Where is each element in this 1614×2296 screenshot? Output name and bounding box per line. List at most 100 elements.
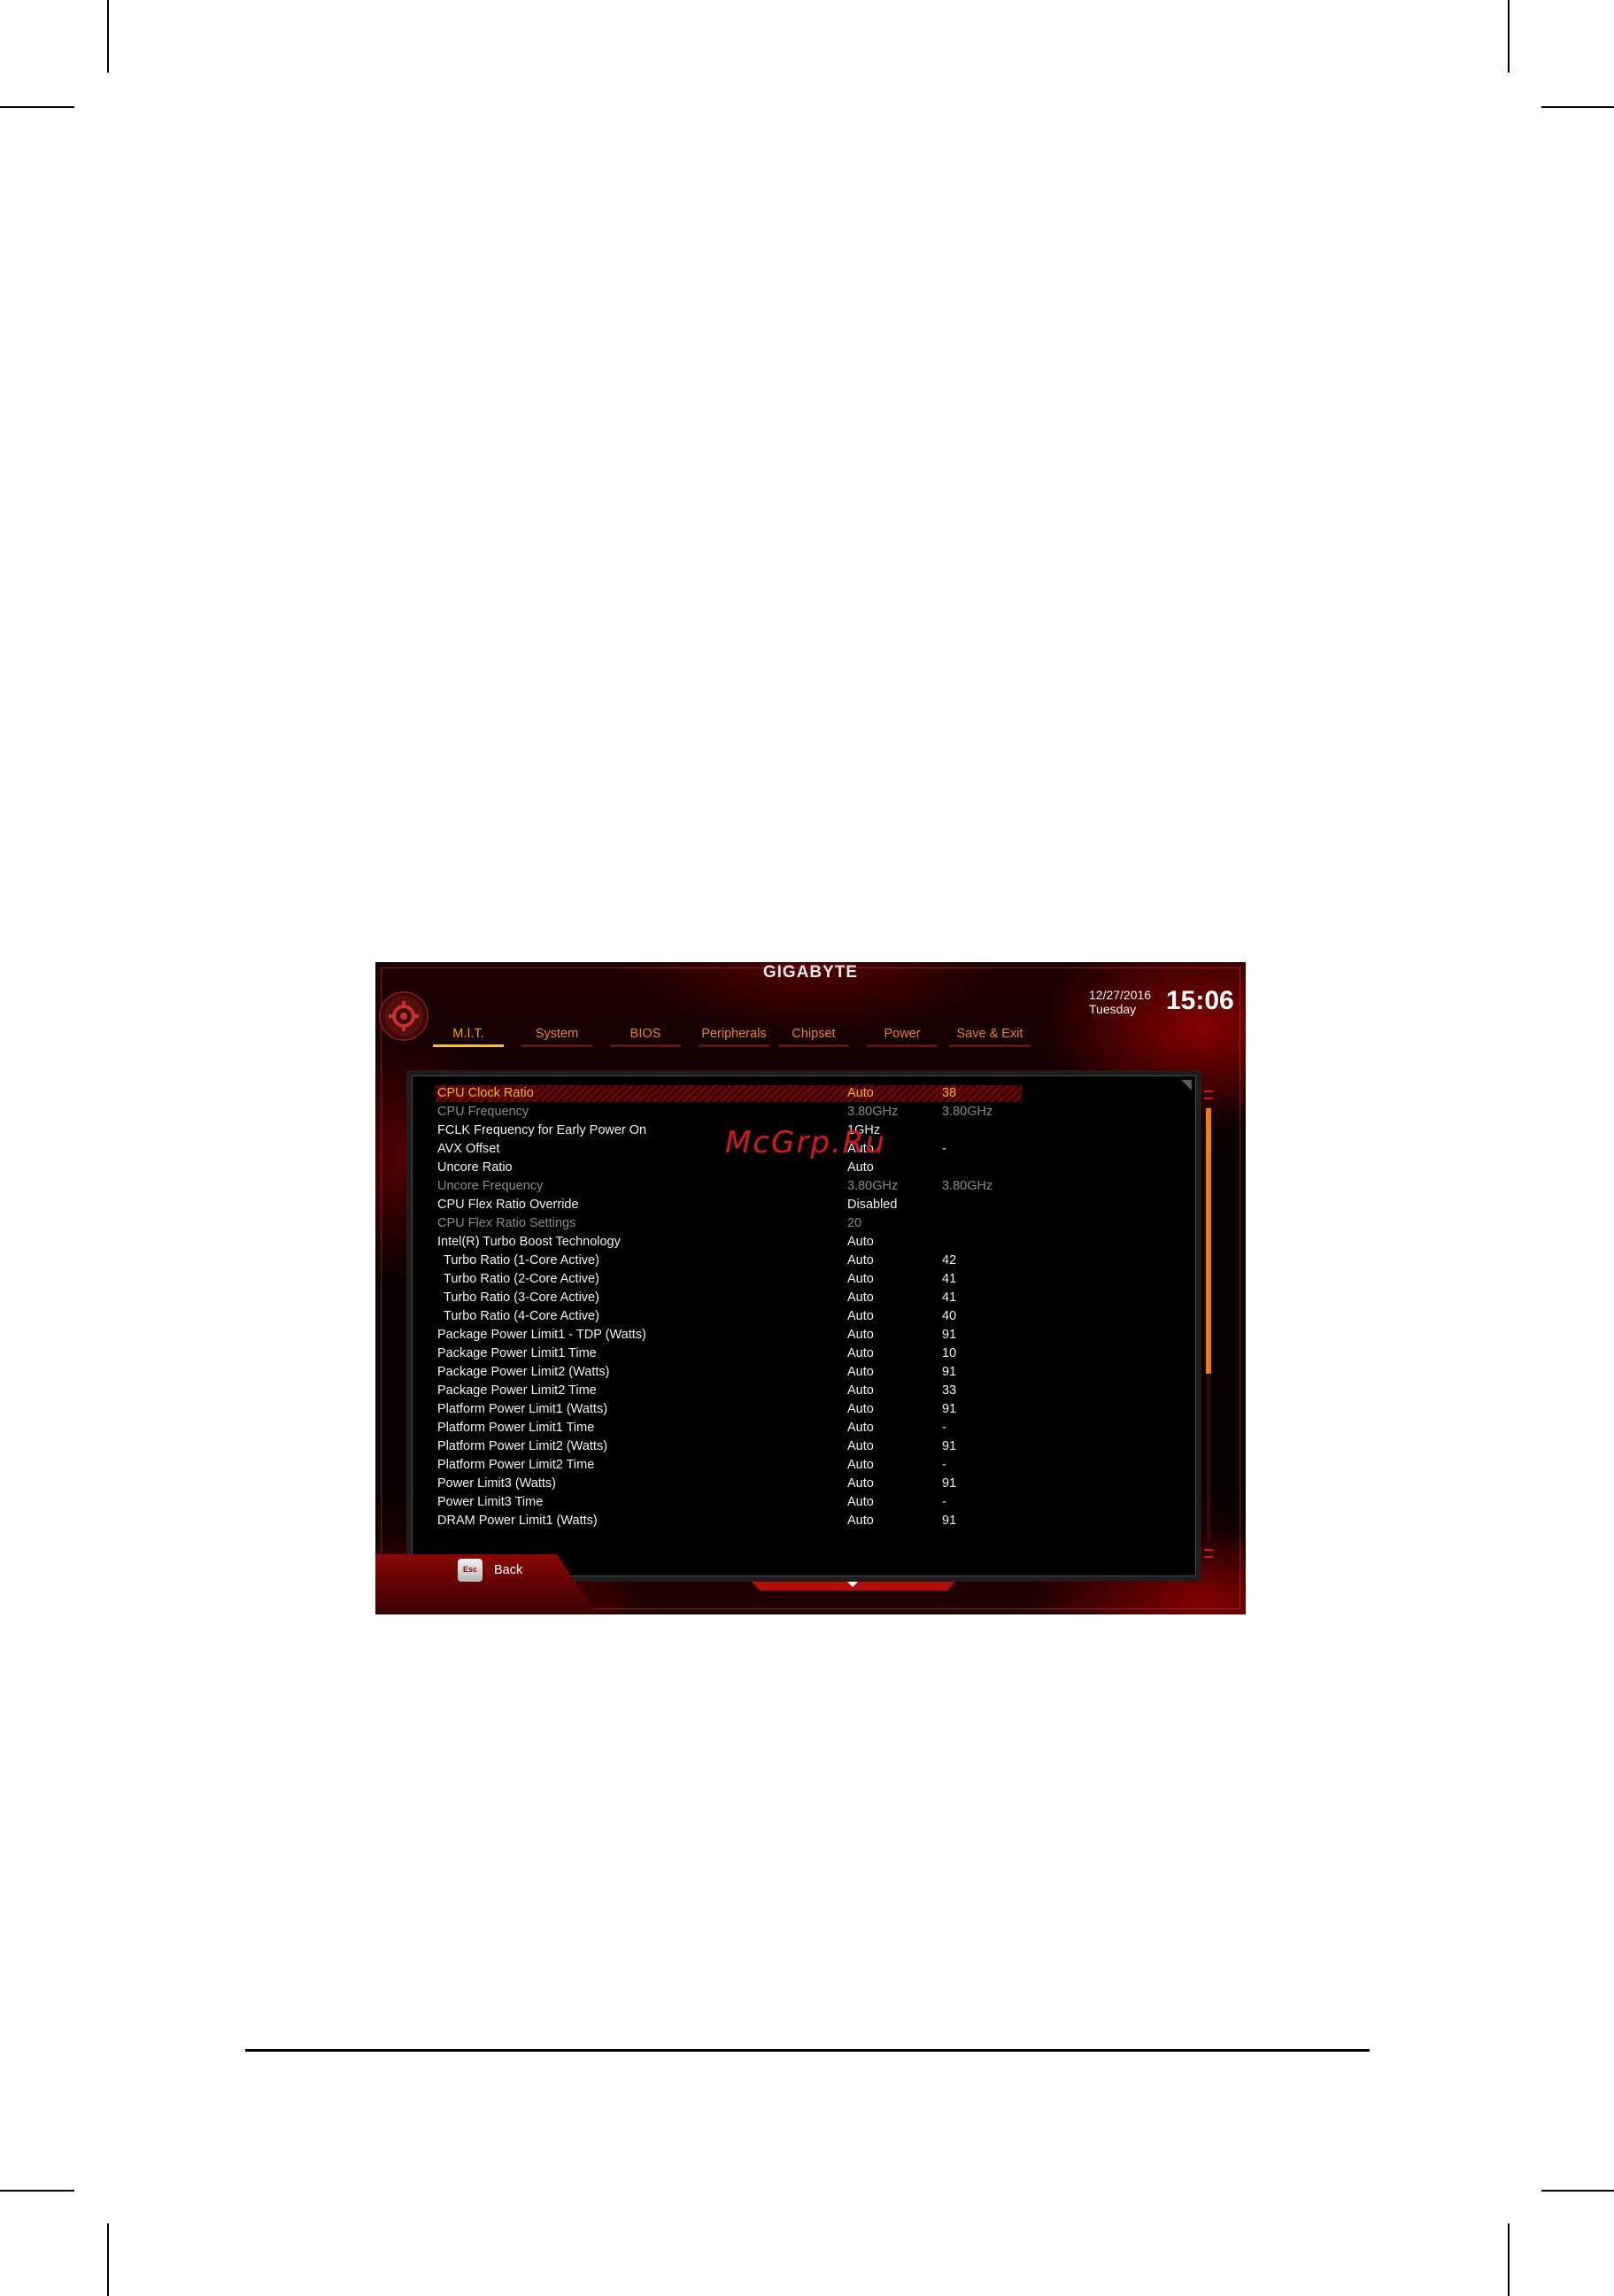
bios-screen: GIGABYTE 12/27/2016 Tuesday 15:06 M.I.T.…	[375, 962, 1246, 1614]
crop-mark	[107, 2223, 109, 2296]
setting-value[interactable]: Auto	[847, 1512, 874, 1530]
crop-mark	[0, 2190, 74, 2192]
setting-label: CPU Flex Ratio Settings	[437, 1216, 576, 1230]
setting-value[interactable]: Auto	[847, 1437, 874, 1456]
setting-value[interactable]: Auto	[847, 1084, 874, 1103]
tab-bios[interactable]: BIOS	[606, 1022, 684, 1047]
tab-system[interactable]: System	[518, 1022, 596, 1047]
setting-value[interactable]: Auto	[847, 1344, 874, 1363]
setting-row[interactable]: Package Power Limit1 Time Auto 10	[413, 1344, 1195, 1363]
date-text: 12/27/2016	[1089, 988, 1152, 1002]
setting-row: CPU Frequency 3.80GHz 3.80GHz	[413, 1103, 1195, 1121]
setting-current: 91	[942, 1402, 957, 1416]
setting-label: Uncore Frequency	[437, 1179, 544, 1193]
tab-label: M.I.T.	[452, 1027, 484, 1041]
setting-current: 91	[942, 1328, 957, 1342]
setting-label: CPU Flex Ratio Override	[437, 1198, 579, 1212]
setting-label: Turbo Ratio (3-Core Active)	[444, 1291, 599, 1305]
crop-mark	[0, 106, 74, 108]
setting-label: Platform Power Limit2 (Watts)	[437, 1439, 608, 1453]
scroll-down-icon[interactable]	[847, 1582, 858, 1587]
back-button[interactable]: Back	[494, 1563, 522, 1577]
scrollbar[interactable]	[1204, 1090, 1213, 1560]
page-rule	[245, 2049, 1370, 2052]
setting-label: DRAM Power Limit1 (Watts)	[437, 1514, 598, 1528]
setting-current: -	[942, 1142, 946, 1156]
gear-icon	[379, 991, 429, 1041]
setting-value[interactable]: Disabled	[847, 1196, 897, 1214]
setting-value[interactable]: Auto	[847, 1382, 874, 1400]
setting-row[interactable]: CPU Clock Ratio Auto 38	[413, 1084, 1195, 1103]
setting-current: 41	[942, 1291, 957, 1305]
setting-value[interactable]: Auto	[847, 1363, 874, 1382]
setting-row[interactable]: Platform Power Limit2 Time Auto -	[413, 1456, 1195, 1475]
setting-label: CPU Clock Ratio	[437, 1086, 534, 1100]
setting-row[interactable]: CPU Flex Ratio Override Disabled	[413, 1196, 1195, 1214]
setting-row[interactable]: Platform Power Limit1 (Watts) Auto 91	[413, 1400, 1195, 1419]
setting-label: Uncore Ratio	[437, 1160, 513, 1175]
crop-mark	[1508, 2223, 1510, 2296]
setting-row[interactable]: Package Power Limit2 Time Auto 33	[413, 1382, 1195, 1400]
setting-current: 10	[942, 1346, 957, 1360]
setting-row[interactable]: Uncore Ratio Auto	[413, 1159, 1195, 1177]
setting-row[interactable]: DRAM Power Limit1 (Watts) Auto 91	[413, 1512, 1195, 1530]
tab-mit[interactable]: M.I.T.	[429, 1022, 507, 1047]
setting-value[interactable]: Auto	[847, 1289, 874, 1307]
tab-label: Power	[884, 1027, 921, 1041]
setting-value[interactable]: Auto	[847, 1400, 874, 1419]
setting-row[interactable]: Platform Power Limit1 Time Auto -	[413, 1419, 1195, 1437]
tab-label: Peripherals	[701, 1027, 767, 1041]
setting-current: 40	[942, 1309, 957, 1323]
setting-current: 3.80GHz	[942, 1179, 993, 1193]
setting-label: Turbo Ratio (2-Core Active)	[444, 1272, 599, 1286]
setting-row[interactable]: Turbo Ratio (2-Core Active) Auto 41	[413, 1270, 1195, 1289]
setting-value[interactable]: Auto	[847, 1252, 874, 1270]
setting-current: 33	[942, 1383, 957, 1398]
setting-current: 91	[942, 1476, 957, 1491]
setting-value: 20	[847, 1216, 862, 1230]
setting-value[interactable]: Auto	[847, 1233, 874, 1252]
setting-value: 3.80GHz	[847, 1179, 899, 1193]
tab-chipset[interactable]: Chipset	[775, 1022, 853, 1047]
tab-save-exit[interactable]: Save & Exit	[946, 1022, 1034, 1047]
scrollbar-thumb[interactable]	[1206, 1108, 1211, 1374]
setting-current: 91	[942, 1514, 957, 1528]
setting-value[interactable]: Auto	[847, 1159, 874, 1177]
esc-key-icon[interactable]: Esc	[458, 1559, 483, 1582]
setting-current: 42	[942, 1253, 957, 1267]
scrollbar-cap	[1204, 1090, 1213, 1092]
setting-row[interactable]: Platform Power Limit2 (Watts) Auto 91	[413, 1437, 1195, 1456]
setting-label: Platform Power Limit1 (Watts)	[437, 1402, 608, 1416]
setting-current: 91	[942, 1365, 957, 1379]
setting-value[interactable]: Auto	[847, 1475, 874, 1493]
setting-row[interactable]: Package Power Limit2 (Watts) Auto 91	[413, 1363, 1195, 1382]
setting-row[interactable]: Package Power Limit1 - TDP (Watts) Auto 91	[413, 1326, 1195, 1344]
scrollbar-cap	[1204, 1098, 1213, 1099]
setting-row[interactable]: Turbo Ratio (1-Core Active) Auto 42	[413, 1252, 1195, 1270]
setting-value[interactable]: Auto	[847, 1419, 874, 1437]
crop-mark	[1508, 0, 1510, 73]
crop-mark	[1541, 2190, 1614, 2192]
scrollbar-cap	[1204, 1549, 1213, 1551]
tab-power[interactable]: Power	[863, 1022, 941, 1047]
date-display: 12/27/2016 Tuesday	[1089, 988, 1151, 1016]
setting-row[interactable]: Turbo Ratio (4-Core Active) Auto 40	[413, 1307, 1195, 1326]
setting-label: Intel(R) Turbo Boost Technology	[437, 1235, 621, 1249]
setting-value[interactable]: Auto	[847, 1326, 874, 1344]
setting-value[interactable]: Auto	[847, 1270, 874, 1289]
setting-current: 41	[942, 1272, 957, 1286]
setting-label: CPU Frequency	[437, 1105, 529, 1119]
setting-row[interactable]: Power Limit3 Time Auto -	[413, 1493, 1195, 1512]
setting-row[interactable]: Intel(R) Turbo Boost Technology Auto	[413, 1233, 1195, 1252]
setting-label: FCLK Frequency for Early Power On	[437, 1123, 647, 1137]
setting-label: Package Power Limit1 - TDP (Watts)	[437, 1328, 646, 1342]
setting-value[interactable]: Auto	[847, 1307, 874, 1326]
tab-peripherals[interactable]: Peripherals	[695, 1022, 773, 1047]
setting-value[interactable]: Auto	[847, 1456, 874, 1475]
setting-label: Package Power Limit1 Time	[437, 1346, 597, 1360]
setting-row[interactable]: Power Limit3 (Watts) Auto 91	[413, 1475, 1195, 1493]
setting-row[interactable]: Turbo Ratio (3-Core Active) Auto 41	[413, 1289, 1195, 1307]
setting-value[interactable]: Auto	[847, 1493, 874, 1512]
tab-label: System	[535, 1027, 579, 1041]
setting-label: Power Limit3 Time	[437, 1495, 544, 1509]
